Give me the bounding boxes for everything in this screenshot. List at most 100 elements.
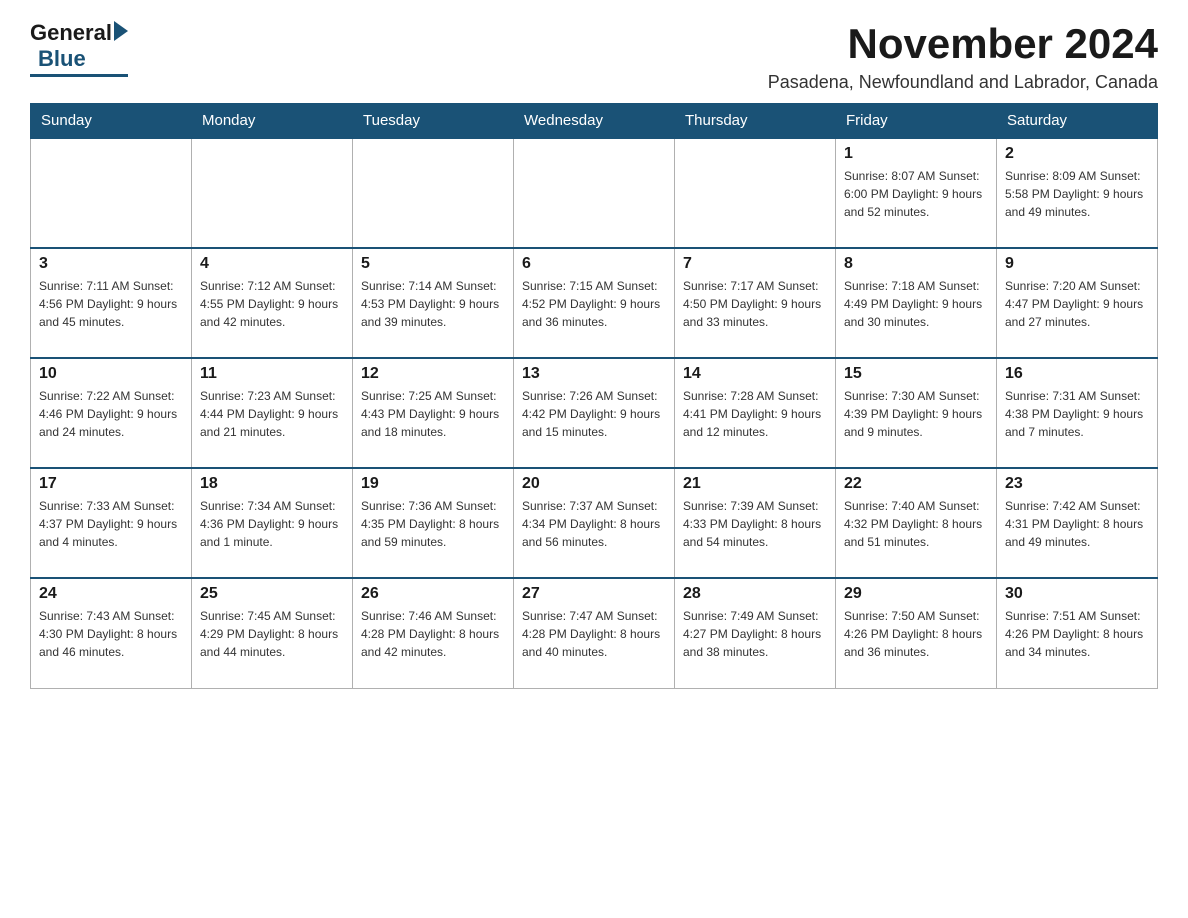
day-number: 13 (522, 365, 666, 383)
calendar-header-row: SundayMondayTuesdayWednesdayThursdayFrid… (31, 104, 1158, 139)
month-title: November 2024 (768, 20, 1158, 68)
calendar-cell (675, 138, 836, 248)
day-number: 12 (361, 365, 505, 383)
day-number: 7 (683, 255, 827, 273)
calendar-cell: 17 Sunrise: 7:33 AM Sunset: 4:37 PM Dayli… (31, 468, 192, 578)
calendar-cell: 12 Sunrise: 7:25 AM Sunset: 4:43 PM Dayli… (353, 358, 514, 468)
day-number: 25 (200, 585, 344, 603)
calendar-cell: 18Sunrise: 7:34 AM Sunset: 4:36 PM Dayli… (192, 468, 353, 578)
calendar-cell: 26 Sunrise: 7:46 AM Sunset: 4:28 PM Dayli… (353, 578, 514, 688)
calendar-cell: 22 Sunrise: 7:40 AM Sunset: 4:32 PM Dayli… (836, 468, 997, 578)
day-info: Sunrise: 7:30 AM Sunset: 4:39 PM Dayligh… (844, 387, 988, 441)
calendar-cell: 16 Sunrise: 7:31 AM Sunset: 4:38 PM Dayli… (997, 358, 1158, 468)
calendar-cell: 6 Sunrise: 7:15 AM Sunset: 4:52 PM Daylig… (514, 248, 675, 358)
day-number: 15 (844, 365, 988, 383)
day-number: 3 (39, 255, 183, 273)
day-info: Sunrise: 7:23 AM Sunset: 4:44 PM Dayligh… (200, 387, 344, 441)
day-info: Sunrise: 7:26 AM Sunset: 4:42 PM Dayligh… (522, 387, 666, 441)
day-number: 26 (361, 585, 505, 603)
day-info: Sunrise: 7:50 AM Sunset: 4:26 PM Dayligh… (844, 607, 988, 661)
day-info: Sunrise: 7:34 AM Sunset: 4:36 PM Dayligh… (200, 497, 344, 551)
calendar-header-wednesday: Wednesday (514, 104, 675, 139)
calendar-cell: 24Sunrise: 7:43 AM Sunset: 4:30 PM Dayli… (31, 578, 192, 688)
calendar-cell: 7 Sunrise: 7:17 AM Sunset: 4:50 PM Daylig… (675, 248, 836, 358)
calendar-cell: 30 Sunrise: 7:51 AM Sunset: 4:26 PM Dayli… (997, 578, 1158, 688)
day-number: 17 (39, 475, 183, 493)
calendar-cell (31, 138, 192, 248)
calendar-cell: 11 Sunrise: 7:23 AM Sunset: 4:44 PM Dayli… (192, 358, 353, 468)
calendar-cell: 28Sunrise: 7:49 AM Sunset: 4:27 PM Dayli… (675, 578, 836, 688)
calendar-cell: 19 Sunrise: 7:36 AM Sunset: 4:35 PM Dayli… (353, 468, 514, 578)
day-number: 21 (683, 475, 827, 493)
logo-arrow-icon (114, 21, 128, 41)
day-number: 4 (200, 255, 344, 273)
calendar-cell (353, 138, 514, 248)
day-info: Sunrise: 7:12 AM Sunset: 4:55 PM Dayligh… (200, 277, 344, 331)
day-number: 1 (844, 145, 988, 163)
day-number: 6 (522, 255, 666, 273)
calendar-week-row: 1 Sunrise: 8:07 AM Sunset: 6:00 PM Daylig… (31, 138, 1158, 248)
location-title: Pasadena, Newfoundland and Labrador, Can… (768, 72, 1158, 93)
calendar-cell: 21 Sunrise: 7:39 AM Sunset: 4:33 PM Dayli… (675, 468, 836, 578)
day-number: 11 (200, 365, 344, 383)
day-info: Sunrise: 7:46 AM Sunset: 4:28 PM Dayligh… (361, 607, 505, 661)
calendar-cell: 10Sunrise: 7:22 AM Sunset: 4:46 PM Dayli… (31, 358, 192, 468)
calendar-cell: 4 Sunrise: 7:12 AM Sunset: 4:55 PM Daylig… (192, 248, 353, 358)
day-info: Sunrise: 7:31 AM Sunset: 4:38 PM Dayligh… (1005, 387, 1149, 441)
day-number: 27 (522, 585, 666, 603)
day-info: Sunrise: 7:17 AM Sunset: 4:50 PM Dayligh… (683, 277, 827, 331)
day-info: Sunrise: 7:37 AM Sunset: 4:34 PM Dayligh… (522, 497, 666, 551)
day-info: Sunrise: 7:47 AM Sunset: 4:28 PM Dayligh… (522, 607, 666, 661)
day-info: Sunrise: 7:43 AM Sunset: 4:30 PM Dayligh… (39, 607, 183, 661)
day-number: 23 (1005, 475, 1149, 493)
calendar-cell: 9Sunrise: 7:20 AM Sunset: 4:47 PM Daylig… (997, 248, 1158, 358)
calendar-cell: 27 Sunrise: 7:47 AM Sunset: 4:28 PM Dayli… (514, 578, 675, 688)
day-info: Sunrise: 7:20 AM Sunset: 4:47 PM Dayligh… (1005, 277, 1149, 331)
calendar-header-tuesday: Tuesday (353, 104, 514, 139)
day-info: Sunrise: 7:51 AM Sunset: 4:26 PM Dayligh… (1005, 607, 1149, 661)
calendar-header-saturday: Saturday (997, 104, 1158, 139)
day-number: 14 (683, 365, 827, 383)
calendar-cell: 14 Sunrise: 7:28 AM Sunset: 4:41 PM Dayli… (675, 358, 836, 468)
calendar-cell: 8 Sunrise: 7:18 AM Sunset: 4:49 PM Daylig… (836, 248, 997, 358)
day-info: Sunrise: 7:42 AM Sunset: 4:31 PM Dayligh… (1005, 497, 1149, 551)
calendar-cell: 23 Sunrise: 7:42 AM Sunset: 4:31 PM Dayli… (997, 468, 1158, 578)
calendar-cell: 1 Sunrise: 8:07 AM Sunset: 6:00 PM Daylig… (836, 138, 997, 248)
calendar-header-thursday: Thursday (675, 104, 836, 139)
day-info: Sunrise: 7:22 AM Sunset: 4:46 PM Dayligh… (39, 387, 183, 441)
day-info: Sunrise: 7:14 AM Sunset: 4:53 PM Dayligh… (361, 277, 505, 331)
day-info: Sunrise: 7:18 AM Sunset: 4:49 PM Dayligh… (844, 277, 988, 331)
calendar-cell: 13 Sunrise: 7:26 AM Sunset: 4:42 PM Dayli… (514, 358, 675, 468)
calendar-cell (514, 138, 675, 248)
calendar-cell: 15 Sunrise: 7:30 AM Sunset: 4:39 PM Dayli… (836, 358, 997, 468)
day-number: 22 (844, 475, 988, 493)
calendar-cell: 29Sunrise: 7:50 AM Sunset: 4:26 PM Dayli… (836, 578, 997, 688)
calendar-week-row: 24Sunrise: 7:43 AM Sunset: 4:30 PM Dayli… (31, 578, 1158, 688)
calendar-cell: 5Sunrise: 7:14 AM Sunset: 4:53 PM Daylig… (353, 248, 514, 358)
day-info: Sunrise: 7:36 AM Sunset: 4:35 PM Dayligh… (361, 497, 505, 551)
logo-blue-text: Blue (38, 46, 86, 72)
calendar-cell: 25Sunrise: 7:45 AM Sunset: 4:29 PM Dayli… (192, 578, 353, 688)
day-info: Sunrise: 7:33 AM Sunset: 4:37 PM Dayligh… (39, 497, 183, 551)
calendar-header-friday: Friday (836, 104, 997, 139)
day-info: Sunrise: 7:28 AM Sunset: 4:41 PM Dayligh… (683, 387, 827, 441)
calendar-header-monday: Monday (192, 104, 353, 139)
day-info: Sunrise: 8:07 AM Sunset: 6:00 PM Dayligh… (844, 167, 988, 221)
day-info: Sunrise: 7:15 AM Sunset: 4:52 PM Dayligh… (522, 277, 666, 331)
day-number: 8 (844, 255, 988, 273)
logo-underline (30, 74, 128, 77)
title-area: November 2024 Pasadena, Newfoundland and… (768, 20, 1158, 93)
calendar-cell (192, 138, 353, 248)
calendar-header-sunday: Sunday (31, 104, 192, 139)
day-info: Sunrise: 7:39 AM Sunset: 4:33 PM Dayligh… (683, 497, 827, 551)
day-info: Sunrise: 7:25 AM Sunset: 4:43 PM Dayligh… (361, 387, 505, 441)
day-number: 19 (361, 475, 505, 493)
day-number: 16 (1005, 365, 1149, 383)
day-info: Sunrise: 7:49 AM Sunset: 4:27 PM Dayligh… (683, 607, 827, 661)
calendar-cell: 2Sunrise: 8:09 AM Sunset: 5:58 PM Daylig… (997, 138, 1158, 248)
calendar-week-row: 3Sunrise: 7:11 AM Sunset: 4:56 PM Daylig… (31, 248, 1158, 358)
calendar-week-row: 17 Sunrise: 7:33 AM Sunset: 4:37 PM Dayli… (31, 468, 1158, 578)
calendar-week-row: 10Sunrise: 7:22 AM Sunset: 4:46 PM Dayli… (31, 358, 1158, 468)
day-number: 30 (1005, 585, 1149, 603)
day-info: Sunrise: 7:40 AM Sunset: 4:32 PM Dayligh… (844, 497, 988, 551)
